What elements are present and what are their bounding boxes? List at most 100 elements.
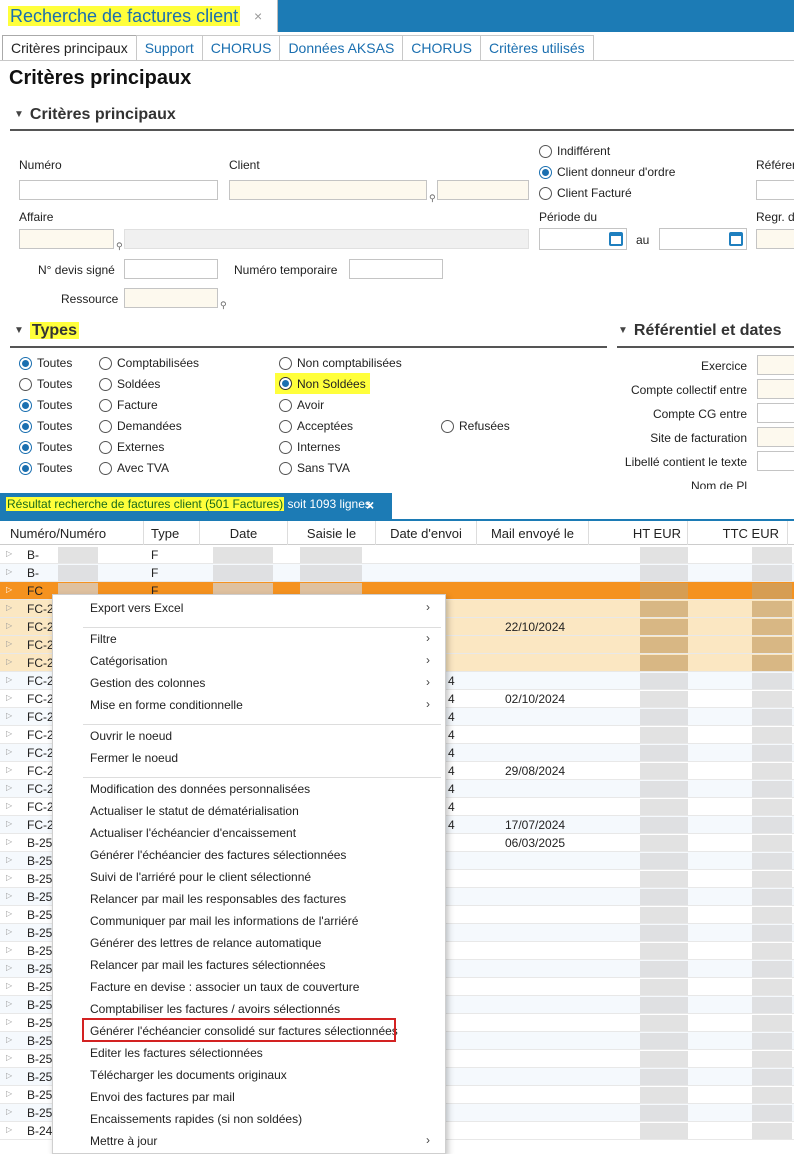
menu-item-19[interactable]: Facture en devise : associer un taux de … [90, 980, 359, 994]
expand-icon[interactable]: ▷ [6, 1125, 12, 1134]
expand-icon[interactable]: ▷ [6, 783, 12, 792]
expand-icon[interactable]: ▷ [6, 675, 12, 684]
tab-chorus[interactable]: CHORUS [201, 35, 281, 61]
menu-item-11[interactable]: Actualiser le statut de dématérialisatio… [90, 804, 299, 818]
radio-acceptees[interactable]: Acceptées [279, 419, 353, 433]
expand-icon[interactable]: ▷ [6, 549, 12, 558]
menu-item-8[interactable]: Fermer le noeud [90, 751, 178, 765]
menu-item-16[interactable]: Communiquer par mail les informations de… [90, 914, 358, 928]
table-row[interactable]: ▷ B- F [0, 564, 794, 582]
expand-icon[interactable]: ▷ [6, 729, 12, 738]
client-input[interactable] [229, 180, 427, 200]
menu-item-0[interactable]: Export vers Excel [90, 601, 183, 615]
expand-icon[interactable]: ▷ [6, 711, 12, 720]
menu-item-2[interactable]: Filtre [90, 632, 117, 646]
expand-icon[interactable]: ▷ [6, 657, 12, 666]
expand-icon[interactable]: ▷ [6, 801, 12, 810]
menu-item-5[interactable]: Mise en forme conditionnelle [90, 698, 243, 712]
compte-cg-input[interactable] [757, 403, 794, 423]
expand-icon[interactable]: ▷ [6, 693, 12, 702]
menu-item-20[interactable]: Comptabiliser les factures / avoirs séle… [90, 1002, 340, 1016]
numero-input[interactable] [19, 180, 218, 200]
affaire-input[interactable] [19, 229, 114, 249]
close-icon[interactable]: × [254, 8, 262, 24]
menu-item-7[interactable]: Ouvrir le noeud [90, 729, 172, 743]
expand-icon[interactable]: ▷ [6, 891, 12, 900]
radio-toutes-facture[interactable]: Toutes [19, 398, 72, 412]
expand-icon[interactable]: ▷ [6, 1017, 12, 1026]
expand-icon[interactable]: ▷ [6, 855, 12, 864]
expand-icon[interactable]: ▷ [6, 1035, 12, 1044]
radio-non-soldees[interactable]: Non Soldées [275, 373, 370, 394]
menu-item-10[interactable]: Modification des données personnalisées [90, 782, 310, 796]
radio-toutes-soldees[interactable]: Toutes [19, 377, 72, 391]
expand-icon[interactable]: ▷ [6, 873, 12, 882]
tab-chorus-2[interactable]: CHORUS [402, 35, 481, 61]
menu-item-17[interactable]: Générer des lettres de relance automatiq… [90, 936, 321, 950]
menu-item-25[interactable]: Encaissements rapides (si non soldées) [90, 1112, 302, 1126]
num-temp-input[interactable] [349, 259, 443, 279]
expand-icon[interactable]: ▷ [6, 1053, 12, 1062]
expand-icon[interactable]: ▷ [6, 945, 12, 954]
tab-donnees-aksas[interactable]: Données AKSAS [279, 35, 404, 61]
radio-client-donneur[interactable]: Client donneur d'ordre [539, 165, 675, 179]
pin-icon[interactable]: ⚲ [429, 193, 436, 204]
expand-icon[interactable]: ▷ [6, 963, 12, 972]
radio-comptabilisees[interactable]: Comptabilisées [99, 356, 199, 370]
pin-icon[interactable]: ⚲ [116, 241, 123, 252]
menu-item-22[interactable]: Editer les factures sélectionnées [90, 1046, 263, 1060]
col-saisie[interactable]: Saisie le [288, 521, 376, 545]
radio-avec-tva[interactable]: Avec TVA [99, 461, 169, 475]
expand-icon[interactable]: ▷ [6, 1071, 12, 1080]
radio-internes[interactable]: Internes [279, 440, 340, 454]
radio-externes[interactable]: Externes [99, 440, 164, 454]
expand-icon[interactable]: ▷ [6, 567, 12, 576]
expand-icon[interactable]: ▷ [6, 981, 12, 990]
expand-icon[interactable]: ▷ [6, 1107, 12, 1116]
menu-item-23[interactable]: Télécharger les documents originaux [90, 1068, 287, 1082]
radio-refusees[interactable]: Refusées [441, 419, 510, 433]
radio-soldees[interactable]: Soldées [99, 377, 160, 391]
pin-icon[interactable]: ⚲ [220, 300, 227, 311]
calendar-icon[interactable] [729, 232, 743, 246]
radio-demandees[interactable]: Demandées [99, 419, 182, 433]
libelle-input[interactable] [757, 451, 794, 471]
ressource-input[interactable] [124, 288, 218, 308]
expand-icon[interactable]: ▷ [6, 927, 12, 936]
col-mail-envoye[interactable]: Mail envoyé le [477, 521, 589, 545]
menu-item-15[interactable]: Relancer par mail les responsables des f… [90, 892, 346, 906]
calendar-icon[interactable] [609, 232, 623, 246]
expand-icon[interactable]: ▷ [6, 603, 12, 612]
site-facturation-input[interactable] [757, 427, 794, 447]
radio-toutes-demandees[interactable]: Toutes [19, 419, 72, 433]
col-ttc[interactable]: TTC EUR [688, 521, 788, 545]
section-ref-header[interactable]: ▼ Référentiel et dates [618, 322, 782, 340]
expand-icon[interactable]: ▷ [6, 1089, 12, 1098]
menu-item-12[interactable]: Actualiser l'échéancier d'encaissement [90, 826, 296, 840]
col-date[interactable]: Date [200, 521, 288, 545]
menu-item-18[interactable]: Relancer par mail les factures sélection… [90, 958, 325, 972]
reference-input[interactable] [756, 180, 794, 200]
expand-icon[interactable]: ▷ [6, 909, 12, 918]
section-types-header[interactable]: ▼ Types [14, 322, 79, 340]
expand-icon[interactable]: ▷ [6, 765, 12, 774]
radio-non-comptabilisees[interactable]: Non comptabilisées [279, 356, 402, 370]
expand-icon[interactable]: ▷ [6, 819, 12, 828]
expand-icon[interactable]: ▷ [6, 999, 12, 1008]
menu-item-24[interactable]: Envoi des factures par mail [90, 1090, 235, 1104]
radio-toutes-externes[interactable]: Toutes [19, 440, 72, 454]
expand-icon[interactable]: ▷ [6, 621, 12, 630]
radio-toutes-compta[interactable]: Toutes [19, 356, 72, 370]
menu-item-14[interactable]: Suivi de l'arriéré pour le client sélect… [90, 870, 311, 884]
col-numero[interactable]: Numéro/Numéro [0, 521, 144, 545]
expand-icon[interactable]: ▷ [6, 585, 12, 594]
regr-input[interactable] [756, 229, 794, 249]
expand-icon[interactable]: ▷ [6, 747, 12, 756]
radio-avoir[interactable]: Avoir [279, 398, 324, 412]
menu-item-26[interactable]: Mettre à jour [90, 1134, 157, 1148]
table-row[interactable]: ▷ B- F [0, 546, 794, 564]
compte-collectif-input[interactable] [757, 379, 794, 399]
n-devis-input[interactable] [124, 259, 218, 279]
radio-client-facture[interactable]: Client Facturé [539, 186, 632, 200]
radio-sans-tva[interactable]: Sans TVA [279, 461, 350, 475]
